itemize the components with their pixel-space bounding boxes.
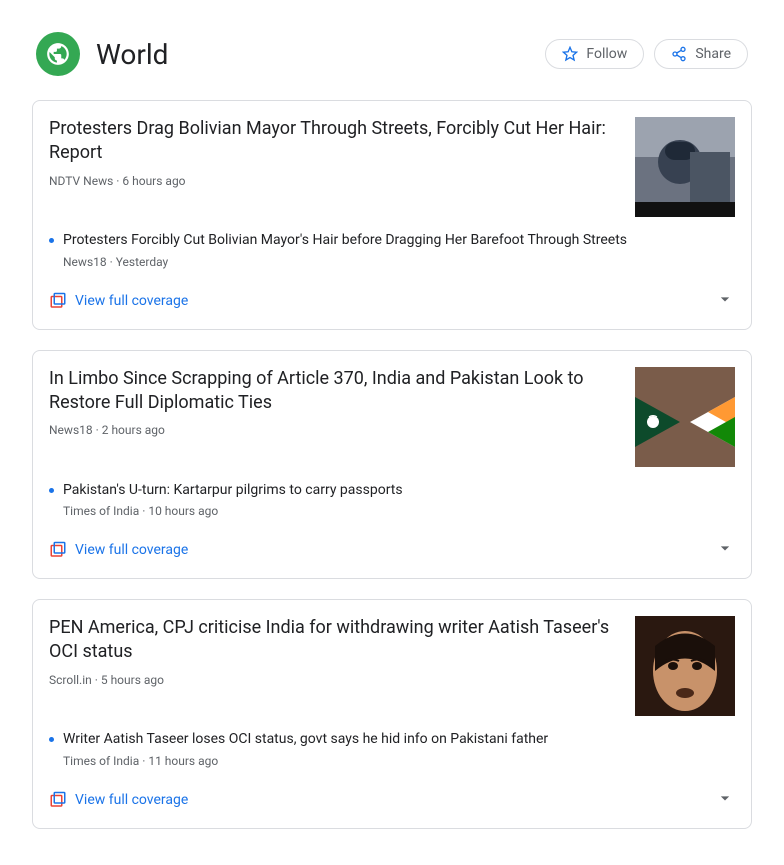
- full-coverage-link[interactable]: View full coverage: [49, 791, 188, 809]
- chevron-down-icon: [715, 289, 735, 309]
- story-card: In Limbo Since Scrapping of Article 370,…: [32, 350, 752, 580]
- share-label: Share: [695, 46, 731, 62]
- page-title: World: [96, 38, 168, 71]
- follow-button[interactable]: Follow: [545, 39, 644, 69]
- star-icon: [562, 46, 578, 62]
- related-meta: Times of India · 11 hours ago: [63, 754, 735, 768]
- story-meta: News18 · 2 hours ago: [49, 423, 619, 437]
- related-meta: Times of India · 10 hours ago: [63, 504, 735, 518]
- related-meta: News18 · Yesterday: [63, 255, 735, 269]
- coverage-icon: [49, 541, 67, 559]
- chevron-down-icon: [715, 538, 735, 558]
- full-coverage-link[interactable]: View full coverage: [49, 292, 188, 310]
- story-card: Protesters Drag Bolivian Mayor Through S…: [32, 100, 752, 330]
- related-headline[interactable]: Protesters Forcibly Cut Bolivian Mayor's…: [63, 231, 735, 251]
- full-coverage-link[interactable]: View full coverage: [49, 541, 188, 559]
- story-meta: NDTV News · 6 hours ago: [49, 174, 619, 188]
- expand-button[interactable]: [715, 289, 735, 313]
- story-thumbnail[interactable]: [635, 117, 735, 217]
- related-story: Protesters Forcibly Cut Bolivian Mayor's…: [49, 231, 735, 269]
- follow-label: Follow: [586, 46, 627, 62]
- expand-button[interactable]: [715, 788, 735, 812]
- story-meta: Scroll.in · 5 hours ago: [49, 673, 619, 687]
- related-headline[interactable]: Pakistan's U-turn: Kartarpur pilgrims to…: [63, 481, 735, 501]
- story-thumbnail[interactable]: [635, 367, 735, 467]
- share-icon: [671, 46, 687, 62]
- story-headline[interactable]: In Limbo Since Scrapping of Article 370,…: [49, 367, 619, 416]
- expand-button[interactable]: [715, 538, 735, 562]
- related-headline[interactable]: Writer Aatish Taseer loses OCI status, g…: [63, 730, 735, 750]
- world-topic-icon: [36, 32, 80, 76]
- chevron-down-icon: [715, 788, 735, 808]
- coverage-icon: [49, 292, 67, 310]
- topic-header: World Follow Share: [32, 32, 752, 76]
- share-button[interactable]: Share: [654, 39, 748, 69]
- related-story: Writer Aatish Taseer loses OCI status, g…: [49, 730, 735, 768]
- story-headline[interactable]: Protesters Drag Bolivian Mayor Through S…: [49, 117, 619, 166]
- coverage-icon: [49, 791, 67, 809]
- story-thumbnail[interactable]: [635, 616, 735, 716]
- related-story: Pakistan's U-turn: Kartarpur pilgrims to…: [49, 481, 735, 519]
- story-card: PEN America, CPJ criticise India for wit…: [32, 599, 752, 829]
- story-headline[interactable]: PEN America, CPJ criticise India for wit…: [49, 616, 619, 665]
